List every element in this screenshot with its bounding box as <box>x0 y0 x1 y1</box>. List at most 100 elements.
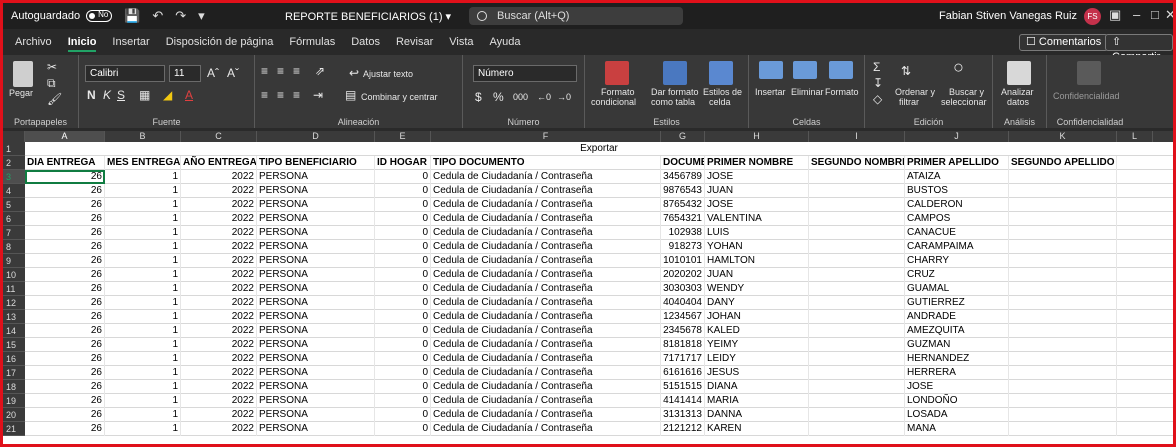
table-cell[interactable]: 1 <box>105 282 181 296</box>
table-cell[interactable]: PERSONA <box>257 184 375 198</box>
table-cell[interactable]: Cedula de Ciudadanía / Contraseña <box>431 198 661 212</box>
user-name[interactable]: Fabian Stiven Vanegas Ruiz <box>939 10 1077 22</box>
tab-datos[interactable]: Datos <box>343 29 388 55</box>
row-header[interactable]: 17 <box>3 366 25 380</box>
table-cell[interactable]: 3456789 <box>661 170 705 184</box>
table-cell[interactable]: PERSONA <box>257 380 375 394</box>
table-cell[interactable]: 3030303 <box>661 282 705 296</box>
table-cell[interactable]: 1 <box>105 226 181 240</box>
table-cell[interactable] <box>809 366 905 380</box>
row-header[interactable]: 14 <box>3 324 25 338</box>
table-cell[interactable]: PERSONA <box>257 198 375 212</box>
table-cell[interactable]: 2022 <box>181 380 257 394</box>
column-header-h[interactable]: H <box>705 131 809 142</box>
table-cell[interactable]: Cedula de Ciudadanía / Contraseña <box>431 296 661 310</box>
table-cell[interactable]: CARAMPAIMA <box>905 240 1009 254</box>
borders-icon[interactable]: ▦ <box>139 89 150 101</box>
delete-cells-icon[interactable] <box>793 61 817 79</box>
row-header[interactable]: 1 <box>3 142 25 156</box>
table-cell[interactable]: HERRERA <box>905 366 1009 380</box>
table-cell[interactable] <box>1009 268 1117 282</box>
table-cell[interactable]: 0 <box>375 226 431 240</box>
table-cell[interactable]: DIANA <box>705 380 809 394</box>
table-cell[interactable]: 0 <box>375 268 431 282</box>
row-header[interactable]: 6 <box>3 212 25 226</box>
table-cell[interactable] <box>1009 394 1117 408</box>
table-cell[interactable]: 1 <box>105 212 181 226</box>
table-cell[interactable]: 2022 <box>181 268 257 282</box>
row-header[interactable]: 16 <box>3 352 25 366</box>
table-cell[interactable]: 26 <box>25 268 105 282</box>
table-cell[interactable]: 2022 <box>181 226 257 240</box>
table-cell[interactable]: 1234567 <box>661 310 705 324</box>
row-header[interactable]: 10 <box>3 268 25 282</box>
row-header[interactable]: 5 <box>3 198 25 212</box>
table-cell[interactable]: 26 <box>25 366 105 380</box>
thousands-icon[interactable]: 000 <box>513 91 528 103</box>
table-cell[interactable]: Cedula de Ciudadanía / Contraseña <box>431 366 661 380</box>
table-cell[interactable]: Cedula de Ciudadanía / Contraseña <box>431 212 661 226</box>
autosave-toggle[interactable]: No <box>86 10 113 22</box>
table-cell[interactable]: 1 <box>105 296 181 310</box>
table-cell[interactable]: 0 <box>375 352 431 366</box>
table-cell[interactable]: 26 <box>25 324 105 338</box>
table-cell[interactable]: 2022 <box>181 338 257 352</box>
column-header-g[interactable]: G <box>661 131 705 142</box>
column-title[interactable]: DOCUMENTO <box>661 156 705 170</box>
table-cell[interactable]: LEIDY <box>705 352 809 366</box>
table-cell[interactable]: 1 <box>105 184 181 198</box>
table-cell[interactable]: 1 <box>105 422 181 436</box>
table-cell[interactable]: Cedula de Ciudadanía / Contraseña <box>431 422 661 436</box>
table-cell[interactable]: 0 <box>375 254 431 268</box>
table-cell[interactable]: 26 <box>25 422 105 436</box>
table-cell[interactable]: LONDOÑO <box>905 394 1009 408</box>
increase-decimal-icon[interactable]: ←0 <box>537 91 551 103</box>
table-cell[interactable]: PERSONA <box>257 310 375 324</box>
table-cell[interactable] <box>1009 184 1117 198</box>
table-cell[interactable]: LOSADA <box>905 408 1009 422</box>
table-cell[interactable]: 2022 <box>181 394 257 408</box>
column-title[interactable]: MES ENTREGA <box>105 156 181 170</box>
table-cell[interactable] <box>1009 212 1117 226</box>
document-title[interactable]: REPORTE BENEFICIARIOS (1) ▾ <box>285 10 451 23</box>
table-cell[interactable]: VALENTINA <box>705 212 809 226</box>
table-cell[interactable]: 0 <box>375 324 431 338</box>
table-cell[interactable]: 0 <box>375 296 431 310</box>
row-header[interactable]: 21 <box>3 422 25 436</box>
autosum-icon[interactable]: Σ <box>873 61 880 73</box>
table-cell[interactable]: HERNANDEZ <box>905 352 1009 366</box>
table-cell[interactable]: CRUZ <box>905 268 1009 282</box>
table-cell[interactable]: 3131313 <box>661 408 705 422</box>
column-header-d[interactable]: D <box>257 131 375 142</box>
align-middle-icon[interactable]: ≡ <box>277 65 284 77</box>
table-cell[interactable] <box>809 268 905 282</box>
cell-styles-icon[interactable] <box>709 61 733 85</box>
table-cell[interactable] <box>809 170 905 184</box>
column-header-l[interactable]: L <box>1117 131 1153 142</box>
table-cell[interactable]: 1 <box>105 352 181 366</box>
sort-filter-icon[interactable]: ⇅ <box>901 65 911 77</box>
table-cell[interactable]: HAMLTON <box>705 254 809 268</box>
table-cell[interactable]: ANDRADE <box>905 310 1009 324</box>
copy-icon[interactable]: ⧉ <box>47 77 56 89</box>
bold-icon[interactable]: N <box>87 89 96 101</box>
table-cell[interactable]: 9876543 <box>661 184 705 198</box>
table-cell[interactable]: GUAMAL <box>905 282 1009 296</box>
decrease-decimal-icon[interactable]: →0 <box>557 91 571 103</box>
table-cell[interactable]: JOHAN <box>705 310 809 324</box>
table-cell[interactable] <box>1009 338 1117 352</box>
table-cell[interactable] <box>1009 380 1117 394</box>
table-cell[interactable] <box>1009 310 1117 324</box>
find-select-label-1[interactable]: Buscar y <box>949 87 984 97</box>
table-cell[interactable] <box>1009 226 1117 240</box>
table-cell[interactable] <box>809 324 905 338</box>
insert-label[interactable]: Insertar <box>755 87 786 97</box>
table-cell[interactable]: 2022 <box>181 408 257 422</box>
analyze-label-1[interactable]: Analizar <box>1001 87 1034 97</box>
increase-font-icon[interactable]: Aˆ <box>207 67 219 79</box>
table-cell[interactable] <box>809 212 905 226</box>
table-cell[interactable]: 2121212 <box>661 422 705 436</box>
table-cell[interactable]: 6161616 <box>661 366 705 380</box>
table-cell[interactable]: KALED <box>705 324 809 338</box>
table-cell[interactable]: 8765432 <box>661 198 705 212</box>
